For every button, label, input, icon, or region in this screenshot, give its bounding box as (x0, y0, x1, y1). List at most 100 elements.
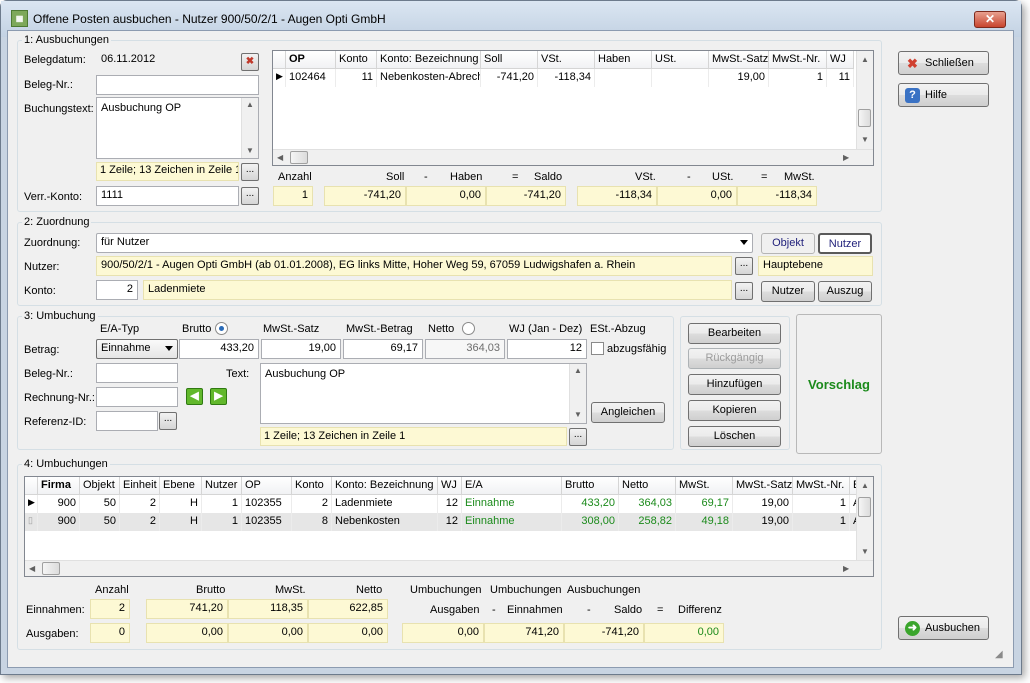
col-header[interactable]: MwSt.-Nr. (769, 51, 827, 69)
referenz-more-button[interactable]: ... (159, 412, 177, 430)
col-header[interactable]: Konto (292, 477, 332, 495)
grid-vertical-scrollbar[interactable]: ▲ ▼ (856, 51, 873, 149)
cell[interactable]: 12 (438, 495, 462, 513)
cell[interactable]: 900 (38, 513, 80, 531)
cell[interactable]: Ladenmiete (332, 495, 438, 513)
col-header[interactable]: OP (242, 477, 292, 495)
schliessen-button[interactable]: ✖ Schließen (898, 51, 989, 75)
col-header[interactable]: Einheit (120, 477, 160, 495)
cell[interactable]: Nebenkosten (332, 513, 438, 531)
col-header[interactable]: Soll (481, 51, 538, 69)
cell[interactable]: Einnahme (462, 495, 562, 513)
belegdatum-field[interactable]: 06.11.2012 (96, 50, 158, 70)
bearbeiten-button[interactable]: Bearbeiten (688, 323, 781, 344)
rechnung-field[interactable] (96, 387, 178, 407)
cell[interactable]: -741,20 (481, 69, 538, 87)
buchungstext-scrollbar[interactable]: ▲ ▼ (241, 98, 258, 158)
cell[interactable]: 19,00 (709, 69, 769, 87)
cell[interactable]: 102464 (286, 69, 336, 87)
loeschen-button[interactable]: Löschen (688, 426, 781, 447)
konto-nr-field[interactable]: 2 (96, 280, 138, 300)
col-header[interactable]: WJ (827, 51, 854, 69)
cell[interactable]: 1 (202, 513, 242, 531)
belegnr-field[interactable] (96, 75, 259, 95)
cell[interactable]: 2 (120, 495, 160, 513)
nutzer-toggle[interactable]: Nutzer (818, 233, 872, 254)
delete-icon[interactable]: ✖ (241, 53, 259, 71)
cell[interactable]: Einnahme (462, 513, 562, 531)
col-header[interactable]: Konto (336, 51, 377, 69)
col-header[interactable]: OP (286, 51, 336, 69)
text-scrollbar[interactable]: ▲ ▼ (569, 364, 586, 423)
cell[interactable]: 102355 (242, 513, 292, 531)
grid-horizontal-scrollbar[interactable]: ◀ ▶ (273, 149, 873, 165)
mwst-satz-field[interactable]: 19,00 (261, 339, 341, 359)
col-header[interactable]: Firma (38, 477, 80, 495)
auszug-button[interactable]: Auszug (818, 281, 872, 302)
rueckgaengig-button[interactable]: Rückgängig (688, 348, 781, 369)
col-header[interactable]: E/A (462, 477, 562, 495)
nutzer-button[interactable]: Nutzer (761, 281, 815, 302)
col-header[interactable]: Ebene (160, 477, 202, 495)
col-header[interactable]: MwSt. (676, 477, 733, 495)
cell[interactable]: 19,00 (733, 495, 793, 513)
kopieren-button[interactable]: Kopieren (688, 400, 781, 421)
ausbuchen-button[interactable]: ➜ Ausbuchen (898, 616, 989, 640)
ausbuchungen-grid[interactable]: OP Konto Konto: Bezeichnung Soll VSt. Ha… (272, 50, 874, 166)
brutto-radio[interactable] (215, 322, 228, 335)
col-header[interactable]: Konto: Bezeichnung (332, 477, 438, 495)
col-header[interactable]: USt. (652, 51, 709, 69)
netto-radio[interactable] (462, 322, 475, 335)
cell[interactable]: 50 (80, 513, 120, 531)
cell[interactable]: 1 (793, 513, 850, 531)
col-header[interactable]: Objekt (80, 477, 120, 495)
cell[interactable]: 69,17 (676, 495, 733, 513)
referenz-field[interactable] (96, 411, 158, 431)
cell[interactable]: H (160, 513, 202, 531)
wj-field[interactable]: 12 (507, 339, 587, 359)
umbuchung-text-more-button[interactable]: ... (569, 428, 587, 446)
col-header[interactable]: MwSt.-Nr. (793, 477, 850, 495)
cell[interactable]: 2 (120, 513, 160, 531)
cell[interactable]: 11 (336, 69, 377, 87)
abzugsfaehig-checkbox[interactable] (591, 342, 604, 355)
umbuchung-text-field[interactable]: Ausbuchung OP (260, 363, 587, 424)
mwst-betrag-field[interactable]: 69,17 (343, 339, 423, 359)
cell[interactable]: 8 (292, 513, 332, 531)
resize-grip-icon[interactable]: ◢ (995, 649, 1007, 661)
cell[interactable]: 50 (80, 495, 120, 513)
buchungstext-field[interactable]: Ausbuchung OP (96, 97, 259, 159)
brutto-field[interactable]: 433,20 (179, 339, 259, 359)
umbuchungen-grid[interactable]: Firma Objekt Einheit Ebene Nutzer OP Kon… (24, 476, 874, 577)
vorschlag-panel[interactable]: Vorschlag (796, 314, 882, 454)
ea-typ-select[interactable]: Einnahme (96, 339, 178, 359)
cell[interactable]: 258,82 (619, 513, 676, 531)
nutzer-more-button[interactable]: ... (735, 257, 753, 275)
col-header[interactable]: Nutzer (202, 477, 242, 495)
arrow-left-icon[interactable]: ◀ (186, 388, 203, 405)
cell[interactable]: 900 (38, 495, 80, 513)
cell[interactable]: 308,00 (562, 513, 619, 531)
verr-konto-field[interactable]: 1111 (96, 186, 239, 206)
close-window-button[interactable]: ✕ (974, 11, 1006, 28)
col-header[interactable]: Netto (619, 477, 676, 495)
cell[interactable]: 49,18 (676, 513, 733, 531)
cell[interactable]: 12 (438, 513, 462, 531)
col-header[interactable]: MwSt.-Satz (709, 51, 769, 69)
objekt-toggle[interactable]: Objekt (761, 233, 815, 254)
col-header[interactable]: Brutto (562, 477, 619, 495)
col-header[interactable]: WJ (438, 477, 462, 495)
col-header[interactable]: MwSt.-Satz (733, 477, 793, 495)
hilfe-button[interactable]: ? Hilfe (898, 83, 989, 107)
cell[interactable]: 433,20 (562, 495, 619, 513)
col-header[interactable]: Konto: Bezeichnung (377, 51, 481, 69)
cell[interactable] (652, 69, 709, 87)
table-row[interactable]: ▯ 900 50 2 H 1 102355 8 Nebenkosten 12 E… (25, 513, 858, 531)
zuordnung-select[interactable]: für Nutzer (96, 233, 753, 253)
angleichen-button[interactable]: Angleichen (591, 402, 665, 423)
cell[interactable] (595, 69, 652, 87)
cell[interactable]: 11 (827, 69, 854, 87)
col-header[interactable]: VSt. (538, 51, 595, 69)
verr-konto-more-button[interactable]: ... (241, 187, 259, 205)
cell[interactable]: 364,03 (619, 495, 676, 513)
